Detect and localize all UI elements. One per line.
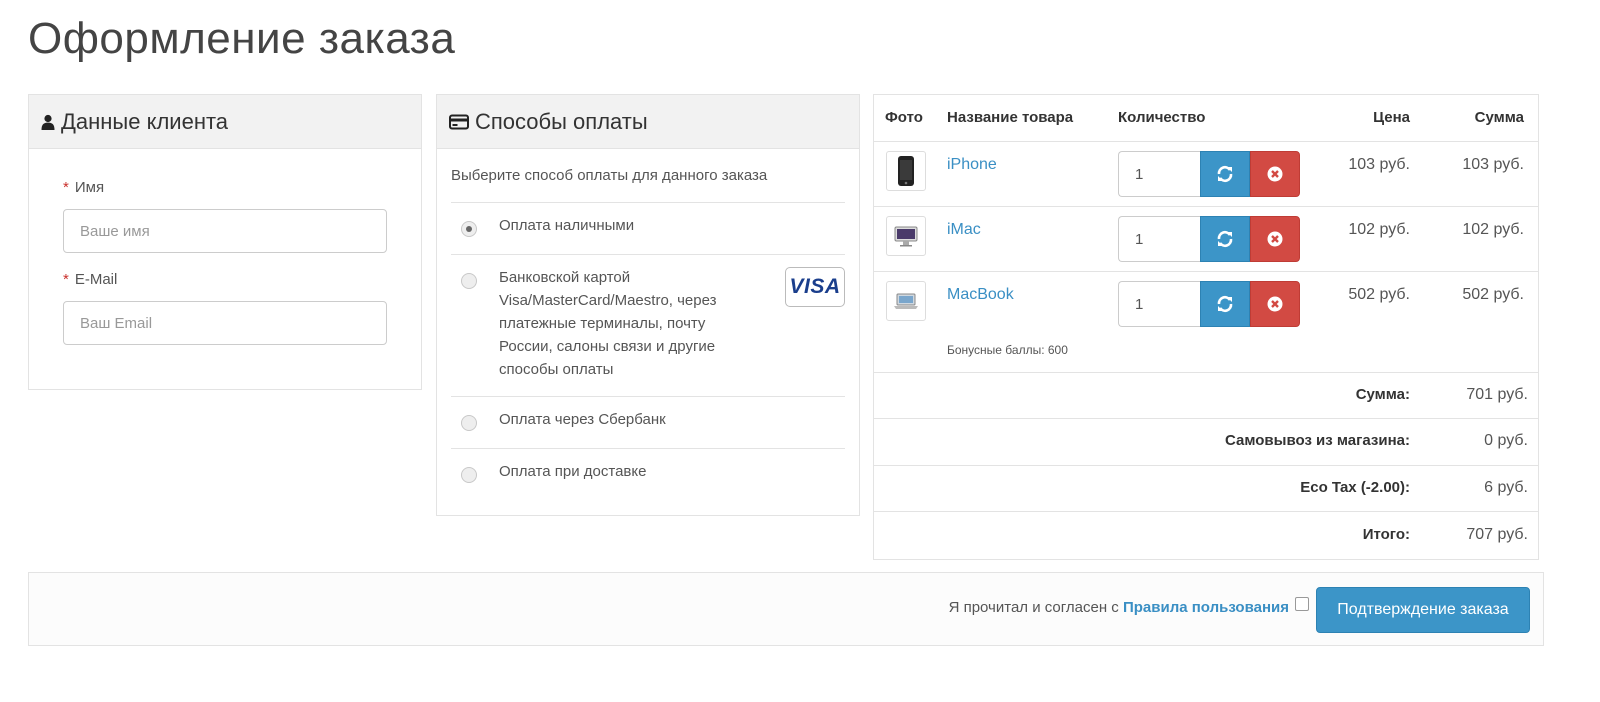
payment-option-sberbank[interactable]: Оплата через Сбербанк [451, 396, 845, 448]
imac-icon[interactable] [886, 216, 926, 256]
column-header-sum: Сумма [1474, 109, 1524, 126]
payment-option-cash[interactable]: Оплата наличными [451, 202, 845, 254]
payment-radio-card[interactable] [461, 273, 477, 289]
product-link-macbook[interactable]: MacBook [947, 286, 1014, 304]
item-price: 102 руб. [1348, 221, 1410, 238]
total-value: 6 руб. [1484, 479, 1528, 496]
agree-checkbox[interactable] [1295, 597, 1309, 611]
user-icon [41, 114, 55, 130]
grand-total-value: 707 руб. [1466, 526, 1528, 543]
refresh-icon [1217, 230, 1233, 248]
payment-panel: Способы оплаты Выберите способ оплаты дл… [436, 94, 860, 516]
confirm-order-button[interactable]: Подтверждение заказа [1316, 587, 1530, 633]
payment-option-label: Оплата наличными [499, 217, 635, 234]
required-mark: * [63, 271, 69, 288]
payment-option-card[interactable]: Банковской картой Visa/MasterCard/Maestr… [451, 254, 845, 396]
close-circle-icon [1267, 231, 1283, 247]
page-title: Оформление заказа [28, 14, 456, 63]
qty-group [1118, 281, 1300, 327]
iphone-icon[interactable] [886, 151, 926, 191]
payment-option-label: Банковской картой Visa/MasterCard/Maestr… [499, 269, 717, 378]
row-divider [874, 206, 1538, 207]
row-divider [874, 372, 1538, 373]
name-label-text: Имя [74, 179, 105, 196]
payment-option-cod[interactable]: Оплата при доставке [451, 448, 845, 500]
payment-radio-sberbank[interactable] [461, 415, 477, 431]
refresh-button[interactable] [1200, 281, 1250, 327]
email-input[interactable] [63, 301, 387, 345]
bonus-points: Бонусные баллы: 600 [947, 343, 1068, 357]
total-label: Самовывоз из магазина: [1225, 432, 1410, 449]
column-header-price: Цена [1373, 109, 1410, 126]
name-input[interactable] [63, 209, 387, 253]
row-divider [874, 465, 1538, 466]
product-link-imac[interactable]: iMac [947, 221, 981, 239]
visa-logo: VISA [785, 267, 845, 307]
macbook-icon[interactable] [886, 281, 926, 321]
item-sum: 502 руб. [1462, 286, 1524, 303]
remove-button[interactable] [1250, 281, 1300, 327]
remove-button[interactable] [1250, 216, 1300, 262]
grand-total-label: Итого: [1362, 526, 1410, 543]
refresh-icon [1217, 165, 1233, 183]
refresh-icon [1217, 295, 1233, 313]
item-price: 502 руб. [1348, 286, 1410, 303]
qty-group [1118, 216, 1300, 262]
row-divider [874, 418, 1538, 419]
total-value: 701 руб. [1466, 386, 1528, 403]
terms-link[interactable]: Правила пользования [1123, 599, 1289, 616]
close-circle-icon [1267, 296, 1283, 312]
payment-hint: Выберите способ оплаты для данного заказ… [451, 167, 768, 184]
qty-input[interactable] [1118, 216, 1200, 262]
qty-group [1118, 151, 1300, 197]
close-circle-icon [1267, 166, 1283, 182]
payment-radio-cash[interactable] [461, 221, 477, 237]
agree-text: Я прочитал и согласен с Правила пользова… [949, 599, 1289, 616]
customer-panel-title: Данные клиента [61, 108, 229, 134]
column-header-photo: Фото [885, 109, 923, 126]
item-sum: 102 руб. [1462, 221, 1524, 238]
payment-option-label: Оплата через Сбербанк [499, 411, 666, 428]
total-value: 0 руб. [1484, 432, 1528, 449]
checkout-page: Оформление заказа Данные клиента * Имя * E… [0, 0, 1600, 702]
payment-panel-title: Способы оплаты [475, 108, 648, 134]
refresh-button[interactable] [1200, 216, 1250, 262]
row-divider [874, 271, 1538, 272]
total-label: Сумма: [1355, 386, 1410, 403]
email-label: * E-Mail [63, 271, 117, 288]
total-label: Eco Tax (-2.00): [1300, 479, 1410, 496]
item-price: 103 руб. [1348, 156, 1410, 173]
refresh-button[interactable] [1200, 151, 1250, 197]
confirm-bar: Я прочитал и согласен с Правила пользова… [28, 572, 1544, 646]
product-link-iphone[interactable]: iPhone [947, 156, 997, 174]
customer-panel: Данные клиента * Имя * E-Mail [28, 94, 422, 390]
name-label: * Имя [63, 179, 104, 196]
qty-input[interactable] [1118, 151, 1200, 197]
agree-prefix: Я прочитал и согласен с [948, 599, 1119, 616]
payment-radio-cod[interactable] [461, 467, 477, 483]
column-header-name: Название товара [947, 109, 1074, 126]
cart-table: Фото Название товара Количество Цена Сум… [873, 94, 1539, 560]
remove-button[interactable] [1250, 151, 1300, 197]
row-divider [874, 141, 1538, 142]
column-header-qty: Количество [1118, 109, 1206, 126]
required-mark: * [63, 179, 69, 196]
row-divider [874, 511, 1538, 512]
payment-option-label: Оплата при доставке [499, 463, 647, 480]
email-label-text: E-Mail [74, 271, 118, 288]
customer-panel-heading: Данные клиента [29, 95, 421, 149]
item-sum: 103 руб. [1462, 156, 1524, 173]
credit-card-icon [449, 114, 469, 130]
qty-input[interactable] [1118, 281, 1200, 327]
payment-panel-heading: Способы оплаты [437, 95, 859, 149]
